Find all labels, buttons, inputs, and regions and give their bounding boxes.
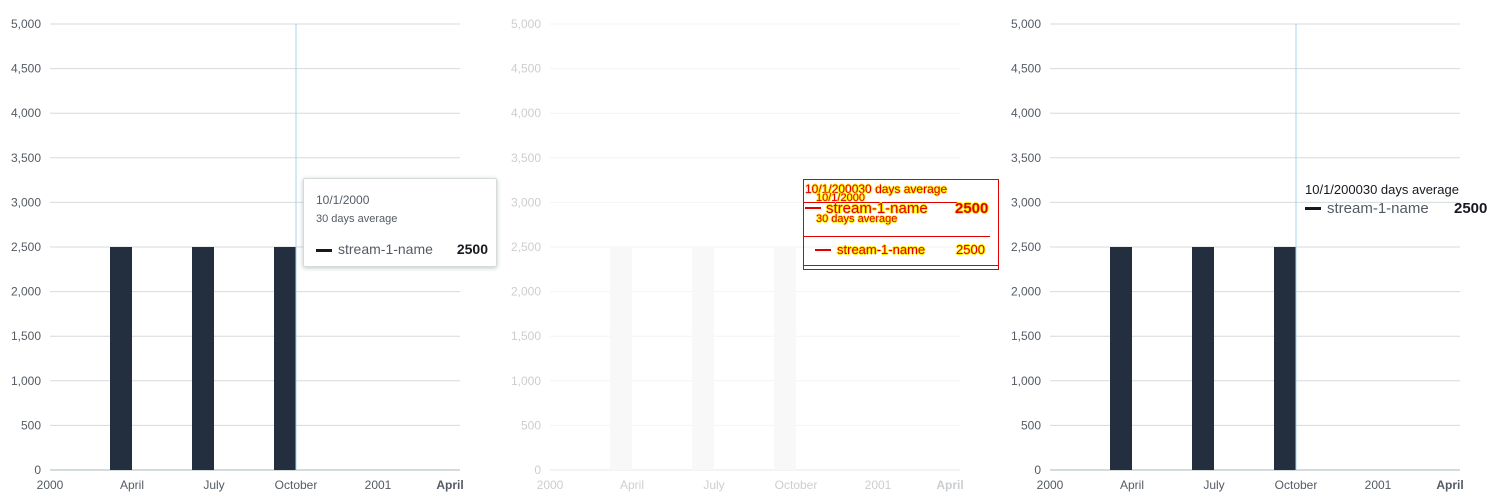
x-tick-label: April (936, 478, 963, 492)
y-tick-label: 4,500 (1011, 62, 1041, 76)
y-tick-label: 500 (521, 418, 541, 432)
x-tick-label: July (703, 478, 724, 492)
y-tick-label: 500 (1021, 418, 1041, 432)
series-swatch-icon (316, 249, 332, 252)
y-tick-label: 4,000 (11, 106, 41, 120)
y-tick-label: 3,500 (11, 151, 41, 165)
tooltip-series-value: 2500 (1454, 200, 1488, 217)
x-tick-label: October (775, 478, 818, 492)
y-tick-label: 2,000 (11, 285, 41, 299)
bar (110, 247, 132, 470)
y-tick-label: 4,500 (511, 62, 541, 76)
debug-series-value: 2500 (956, 242, 985, 257)
y-tick-label: 2,500 (1011, 240, 1041, 254)
y-tick-label: 4,000 (1011, 106, 1041, 120)
y-tick-label: 3,500 (1011, 151, 1041, 165)
y-tick-label: 0 (34, 463, 41, 477)
y-tick-label: 2,500 (11, 240, 41, 254)
y-tick-label: 1,500 (511, 329, 541, 343)
bar (692, 247, 714, 470)
y-tick-label: 5,000 (1011, 17, 1041, 31)
y-tick-label: 1,000 (11, 374, 41, 388)
tooltip-subtitle: 30 days average (316, 213, 398, 225)
tooltip-date: 10/1/2000 (316, 193, 370, 207)
y-tick-label: 3,000 (11, 195, 41, 209)
x-tick-label: 2000 (537, 478, 564, 492)
debug-swatch-icon (805, 207, 821, 209)
x-tick-label: 2000 (37, 478, 64, 492)
y-tick-label: 2,500 (511, 240, 541, 254)
x-tick-label: April (1436, 478, 1463, 492)
y-tick-label: 1,500 (11, 329, 41, 343)
chart-panel-3: 0 500 1,000 1,500 2,000 2,500 3,000 3,500 4,000 4… (1000, 0, 1500, 500)
y-tick-label: 3,500 (511, 151, 541, 165)
x-tick-label: October (275, 478, 318, 492)
y-tick-label: 1,000 (1011, 374, 1041, 388)
y-tick-label: 5,000 (511, 17, 541, 31)
x-tick-label: April (620, 478, 644, 492)
x-tick-label: 2000 (1037, 478, 1064, 492)
tooltip-card: 10/1/2000 30 days average stream-1-name … (303, 178, 497, 267)
x-tick-label: 2001 (365, 478, 392, 492)
series-swatch-icon (1305, 207, 1321, 210)
plot-area: 0 500 1,000 1,500 2,000 2,500 3,000 3,500 4,000 4… (1011, 17, 1464, 492)
debug-series-value-large: 2500 (955, 200, 989, 217)
tooltip-series-row: stream-1-name 2500 (316, 241, 488, 259)
bar (1110, 247, 1132, 470)
tooltip-series-value: 2500 (456, 241, 488, 257)
y-tick-label: 0 (1034, 463, 1041, 477)
debug-line (804, 236, 990, 237)
tooltip-series-name: stream-1-name (338, 241, 433, 257)
y-tick-label: 2,000 (511, 285, 541, 299)
bar (1192, 247, 1214, 470)
x-tick-label: July (203, 478, 224, 492)
y-tick-label: 500 (21, 418, 41, 432)
x-tick-label: 2001 (1365, 478, 1392, 492)
tooltip-series-name: stream-1-name (1327, 200, 1429, 217)
y-tick-label: 1,000 (511, 374, 541, 388)
bar (1274, 247, 1296, 470)
x-tick-label: April (1120, 478, 1144, 492)
chart-svg-3: 0 500 1,000 1,500 2,000 2,500 3,000 3,500 4,000 4… (1011, 17, 1464, 492)
x-tick-label: October (1275, 478, 1318, 492)
bar (274, 247, 296, 470)
bar (192, 247, 214, 470)
x-tick-label: April (436, 478, 463, 492)
debug-series-name: stream-1-name (837, 242, 926, 257)
debug-swatch-icon (815, 249, 831, 251)
y-tick-label: 0 (534, 463, 541, 477)
x-tick-label: July (1203, 478, 1224, 492)
debug-line (804, 265, 998, 266)
x-tick-label: 2001 (865, 478, 892, 492)
y-tick-label: 4,000 (511, 106, 541, 120)
bar (774, 247, 796, 470)
y-tick-label: 5,000 (11, 17, 41, 31)
x-tick-label: April (120, 478, 144, 492)
y-tick-label: 3,000 (511, 195, 541, 209)
chart-panel-1: 0 500 1,000 1,500 2,000 2,500 3,000 3,500 4,000 4… (0, 0, 500, 500)
bar (610, 247, 632, 470)
y-tick-label: 4,500 (11, 62, 41, 76)
y-tick-label: 1,500 (1011, 329, 1041, 343)
y-tick-label: 2,000 (1011, 285, 1041, 299)
y-tick-label: 3,000 (1011, 195, 1041, 209)
debug-tooltip-subtitle: 30 days average (816, 213, 898, 225)
tooltip-header: 10/1/200030 days average (1305, 182, 1459, 197)
